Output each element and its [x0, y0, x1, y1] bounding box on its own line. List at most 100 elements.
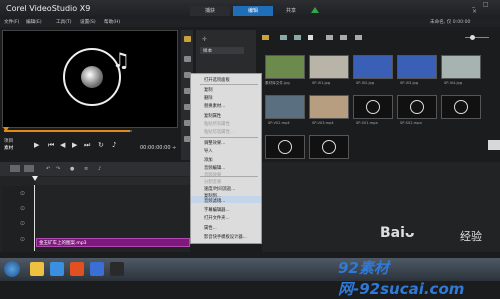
media-folder-icon[interactable] [184, 36, 191, 42]
undo-icon[interactable]: ↶ [46, 166, 50, 172]
app-title: Corel VideoStudio X9 [6, 4, 91, 13]
thumbnail[interactable] [353, 55, 393, 79]
storyboard-view-icon[interactable] [10, 165, 20, 172]
thumb-size-knob[interactable] [470, 35, 475, 40]
menu-file[interactable]: 文件(F) [4, 19, 19, 25]
ctx-paste-selected-attributes: 粘贴可选属性... [204, 130, 234, 135]
thumb-size-slider[interactable] [465, 37, 489, 38]
music-track-icon[interactable]: ⊙ [20, 236, 25, 243]
ctx-open-folder[interactable]: 打开文件夹... [204, 215, 230, 221]
timecode[interactable]: 00:00:00:00 ÷ [140, 145, 176, 151]
app-icon[interactable] [90, 262, 104, 276]
ctx-template-designer[interactable]: 影音快手模板设计器... [204, 234, 247, 240]
ctx-copy[interactable]: 复制 [204, 87, 213, 93]
ctx-replace-clip[interactable]: 替换素材... [204, 103, 225, 109]
video-track-icon[interactable]: ⊙ [20, 190, 25, 197]
menu-settings[interactable]: 设置(S) [80, 19, 96, 25]
ctx-add[interactable]: 添加 [204, 157, 213, 163]
playhead-line [34, 185, 35, 251]
start-button-icon[interactable] [4, 261, 20, 277]
thumbnail-label: SP-V02.mp4 [268, 121, 290, 125]
ctx-paste-all-attributes: 粘贴所有属性 [204, 122, 230, 127]
ctx-import[interactable]: 导入 [204, 148, 213, 154]
thumbnail-label: 素材库文件.jpg [265, 81, 290, 85]
thumbnail-label: SP-I04.jpg [444, 81, 463, 85]
qq-icon[interactable] [110, 262, 124, 276]
window-controls-icon[interactable]: _ □ × [472, 1, 500, 15]
timeline-view-icon[interactable] [24, 165, 34, 172]
auto-music-icon[interactable]: ♪ [98, 166, 101, 172]
library-folder-label: 样本 [203, 49, 213, 54]
options-tab[interactable] [488, 140, 500, 150]
menu-help[interactable]: 帮助(H) [104, 19, 120, 25]
clip-mode-label[interactable]: 素材 [4, 145, 13, 151]
thumbnail-label: SP-I01.jpg [312, 81, 331, 85]
tab-capture[interactable]: 捕获 [190, 6, 230, 16]
project-name: 未命名, 仅 0:00:00 [430, 20, 471, 25]
ctx-subtitle-editor[interactable]: 字幕编辑器... [204, 207, 230, 213]
tab-share[interactable]: 共享 [276, 6, 306, 16]
add-folder-icon[interactable]: ✛ [202, 36, 207, 43]
menu-bar [0, 18, 500, 27]
ctx-adjust-effect[interactable]: 调整效果... [204, 140, 225, 146]
site-watermark: 92素材网-92sucai.com [338, 259, 465, 298]
media-player-icon[interactable] [70, 262, 84, 276]
ctx-speed-timelapse[interactable]: 速度/时间流逝... [204, 186, 235, 192]
explorer-icon[interactable] [30, 262, 44, 276]
list-view-icon[interactable] [326, 35, 333, 40]
thumbnail-label: SP-S01.mpa [356, 121, 378, 125]
thumbnail[interactable] [441, 55, 481, 79]
record-icon[interactable]: ● [70, 166, 74, 172]
baidu-watermark: Baiᴗ [380, 225, 415, 241]
playhead-icon[interactable] [32, 176, 38, 181]
prev-frame-button[interactable]: ◀ [60, 141, 65, 149]
redo-icon[interactable]: ↷ [56, 166, 60, 172]
audio-disc-icon [366, 100, 380, 114]
ctx-audio-effects: 音频效果 [204, 173, 222, 178]
menu-separator [200, 137, 258, 138]
instant-project-icon[interactable] [184, 56, 191, 62]
volume-icon[interactable]: ♪ [112, 141, 116, 149]
mixer-icon[interactable]: ≡ [84, 166, 88, 172]
show-video-icon[interactable] [280, 35, 287, 40]
thumbnail[interactable] [309, 55, 349, 79]
ctx-properties[interactable]: 属性... [204, 225, 217, 231]
title-track-icon[interactable]: ⊙ [20, 220, 25, 227]
project-mode-label[interactable]: 项目 [4, 138, 13, 144]
ctx-delete[interactable]: 删除 [204, 95, 213, 101]
thumbnail-label: SP-I03.jpg [400, 81, 419, 85]
thumbnail[interactable] [265, 95, 305, 119]
ctx-audio-filter[interactable]: 音频滤镜... [204, 198, 225, 204]
menu-edit[interactable]: 编辑(E) [26, 19, 42, 25]
show-audio-icon[interactable] [308, 35, 313, 40]
thumbnail[interactable] [397, 55, 437, 79]
thumbnail[interactable] [265, 55, 305, 79]
menu-tools[interactable]: 工具(T) [56, 19, 72, 25]
overlay-track-icon[interactable]: ⊙ [20, 205, 25, 212]
home-button[interactable]: ⏮ [48, 141, 54, 150]
end-button[interactable]: ⏭ [84, 141, 90, 150]
thumbnail-label: SP-S02.mpa [400, 121, 422, 125]
scrub-handle-icon[interactable] [3, 127, 9, 132]
ctx-audio-edit[interactable]: 音频编辑... [204, 165, 225, 171]
ctx-copy-attributes[interactable]: 复制属性 [204, 113, 221, 119]
thumb-view-icon[interactable] [340, 35, 347, 40]
thumbnail[interactable] [309, 95, 349, 119]
ctx-open-options[interactable]: 打开选项面板 [204, 77, 230, 83]
audio-disc-icon [322, 140, 336, 154]
repeat-icon[interactable]: ↻ [98, 141, 104, 149]
import-folder-icon[interactable] [262, 35, 269, 40]
sort-icon[interactable] [355, 35, 362, 40]
thumbnail-label: SP-I02.jpg [356, 81, 375, 85]
timeline-ruler[interactable] [36, 177, 190, 185]
upload-icon[interactable] [311, 7, 319, 13]
browser-icon[interactable] [50, 262, 64, 276]
track-headers [2, 186, 34, 252]
show-photo-icon[interactable] [294, 35, 301, 40]
next-frame-button[interactable]: ▶ [72, 141, 77, 149]
disc-center-icon [81, 66, 103, 88]
tab-edit[interactable]: 编辑 [233, 6, 273, 16]
thumbnail-label: SP-V03.mp4 [312, 121, 334, 125]
play-button[interactable]: ▶ [34, 141, 39, 149]
audio-disc-icon [278, 140, 292, 154]
